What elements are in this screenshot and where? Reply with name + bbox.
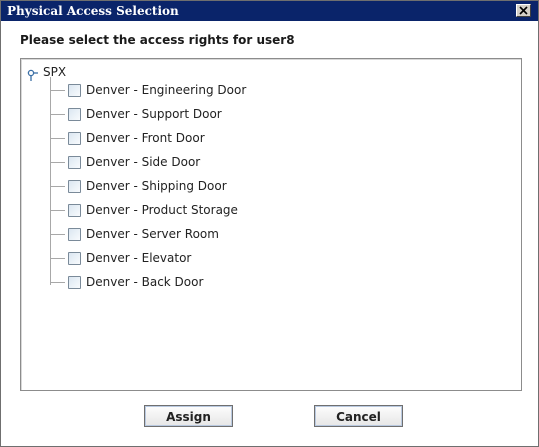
tree-root-spx[interactable]: SPX	[27, 64, 67, 81]
tree-item-product-storage[interactable]: Denver - Product Storage	[50, 202, 238, 218]
tree-root-label: SPX	[43, 65, 67, 79]
support-door-label[interactable]: Denver - Support Door	[86, 107, 222, 121]
server-room-label[interactable]: Denver - Server Room	[86, 227, 219, 241]
tree-item-elevator[interactable]: Denver - Elevator	[50, 250, 191, 266]
access-tree[interactable]: SPX Denver - Engineering Door Denver - S…	[20, 58, 522, 391]
front-door-label[interactable]: Denver - Front Door	[86, 131, 205, 145]
tree-item-engineering-door[interactable]: Denver - Engineering Door	[50, 82, 246, 98]
engineering-door-checkbox[interactable]	[68, 83, 81, 97]
server-room-checkbox[interactable]	[68, 227, 81, 241]
tree-item-front-door[interactable]: Denver - Front Door	[50, 130, 205, 146]
product-storage-checkbox[interactable]	[68, 203, 81, 217]
side-door-label[interactable]: Denver - Side Door	[86, 155, 200, 169]
physical-access-dialog: Physical Access Selection Please select …	[0, 0, 539, 447]
tree-branch-line	[50, 233, 65, 235]
tree-item-support-door[interactable]: Denver - Support Door	[50, 106, 222, 122]
access-rights-prompt: Please select the access rights for user…	[20, 33, 295, 47]
tree-branch-line	[50, 257, 65, 259]
tree-branch-line	[50, 113, 65, 115]
back-door-checkbox[interactable]	[68, 275, 81, 289]
front-door-checkbox[interactable]	[68, 131, 81, 145]
tree-item-server-room[interactable]: Denver - Server Room	[50, 226, 219, 242]
cancel-button[interactable]: Cancel	[314, 405, 403, 427]
support-door-checkbox[interactable]	[68, 107, 81, 121]
window-title: Physical Access Selection	[7, 4, 179, 18]
shipping-door-checkbox[interactable]	[68, 179, 81, 193]
tree-branch-line	[50, 89, 65, 91]
elevator-label[interactable]: Denver - Elevator	[86, 251, 191, 265]
tree-branch-line	[50, 161, 65, 163]
assign-button[interactable]: Assign	[144, 405, 233, 427]
engineering-door-label[interactable]: Denver - Engineering Door	[86, 83, 246, 97]
tree-root-handle-icon[interactable]	[27, 66, 39, 81]
close-icon	[519, 6, 528, 15]
back-door-label[interactable]: Denver - Back Door	[86, 275, 203, 289]
tree-item-back-door[interactable]: Denver - Back Door	[50, 274, 203, 290]
tree-branch-line	[50, 137, 65, 139]
tree-branch-line	[50, 209, 65, 211]
title-bar[interactable]: Physical Access Selection	[1, 1, 538, 21]
elevator-checkbox[interactable]	[68, 251, 81, 265]
close-button[interactable]	[516, 4, 531, 17]
tree-item-side-door[interactable]: Denver - Side Door	[50, 154, 200, 170]
tree-item-shipping-door[interactable]: Denver - Shipping Door	[50, 178, 227, 194]
product-storage-label[interactable]: Denver - Product Storage	[86, 203, 238, 217]
tree-branch-line	[50, 281, 65, 283]
tree-branch-line	[50, 185, 65, 187]
shipping-door-label[interactable]: Denver - Shipping Door	[86, 179, 227, 193]
side-door-checkbox[interactable]	[68, 155, 81, 169]
